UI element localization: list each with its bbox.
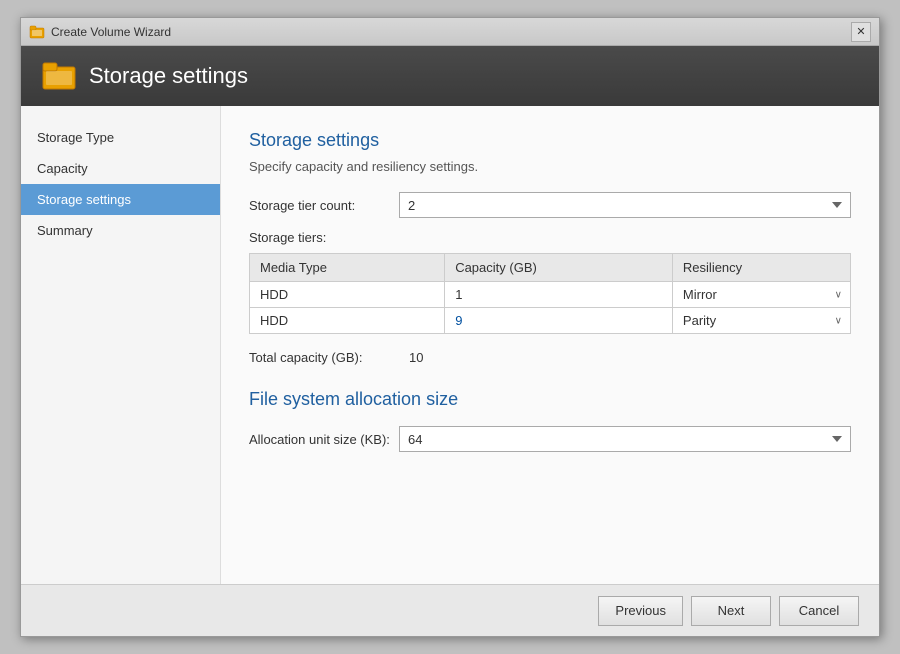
- next-button[interactable]: Next: [691, 596, 771, 626]
- row2-media-type: HDD: [250, 308, 445, 334]
- total-capacity-row: Total capacity (GB): 10: [249, 350, 851, 365]
- table-row: HDD 9 Parity: [250, 308, 851, 334]
- content-title: Storage settings: [249, 130, 851, 151]
- storage-tier-count-row: Storage tier count: 2: [249, 192, 851, 218]
- storage-tier-count-label: Storage tier count:: [249, 198, 399, 213]
- create-volume-wizard: Create Volume Wizard ✕ Storage settings …: [20, 17, 880, 637]
- previous-button[interactable]: Previous: [598, 596, 683, 626]
- cancel-button[interactable]: Cancel: [779, 596, 859, 626]
- sidebar-item-storage-settings[interactable]: Storage settings: [21, 184, 220, 215]
- row2-capacity[interactable]: 9: [445, 308, 673, 334]
- total-capacity-value: 10: [409, 350, 423, 365]
- row1-resiliency[interactable]: Mirror: [672, 282, 850, 308]
- allocation-unit-row: Allocation unit size (KB): 64: [249, 426, 851, 452]
- storage-tier-count-select[interactable]: 2: [399, 192, 851, 218]
- wizard-footer: Previous Next Cancel: [21, 584, 879, 636]
- row1-media-type: HDD: [250, 282, 445, 308]
- row1-capacity[interactable]: 1: [445, 282, 673, 308]
- sidebar: Storage Type Capacity Storage settings S…: [21, 106, 221, 584]
- allocation-unit-label: Allocation unit size (KB):: [249, 432, 399, 447]
- main-content: Storage settings Specify capacity and re…: [221, 106, 879, 584]
- row2-resiliency[interactable]: Parity: [672, 308, 850, 334]
- file-system-section-title: File system allocation size: [249, 389, 851, 410]
- sidebar-item-summary[interactable]: Summary: [21, 215, 220, 246]
- wizard-body: Storage Type Capacity Storage settings S…: [21, 106, 879, 584]
- col-header-resiliency: Resiliency: [672, 254, 850, 282]
- table-row: HDD 1 Mirror: [250, 282, 851, 308]
- content-subtitle: Specify capacity and resiliency settings…: [249, 159, 851, 174]
- col-header-media-type: Media Type: [250, 254, 445, 282]
- storage-tiers-table: Media Type Capacity (GB) Resiliency HDD …: [249, 253, 851, 334]
- total-capacity-label: Total capacity (GB):: [249, 350, 409, 365]
- close-button[interactable]: ✕: [851, 22, 871, 42]
- wizard-icon: [29, 24, 45, 40]
- header-icon: [41, 57, 77, 96]
- col-header-capacity: Capacity (GB): [445, 254, 673, 282]
- sidebar-item-storage-type[interactable]: Storage Type: [21, 122, 220, 153]
- sidebar-item-capacity[interactable]: Capacity: [21, 153, 220, 184]
- title-bar: Create Volume Wizard ✕: [21, 18, 879, 46]
- header-title: Storage settings: [89, 63, 248, 89]
- storage-tiers-label: Storage tiers:: [249, 230, 851, 245]
- title-bar-text: Create Volume Wizard: [51, 25, 851, 39]
- wizard-header: Storage settings: [21, 46, 879, 106]
- allocation-unit-select[interactable]: 64: [399, 426, 851, 452]
